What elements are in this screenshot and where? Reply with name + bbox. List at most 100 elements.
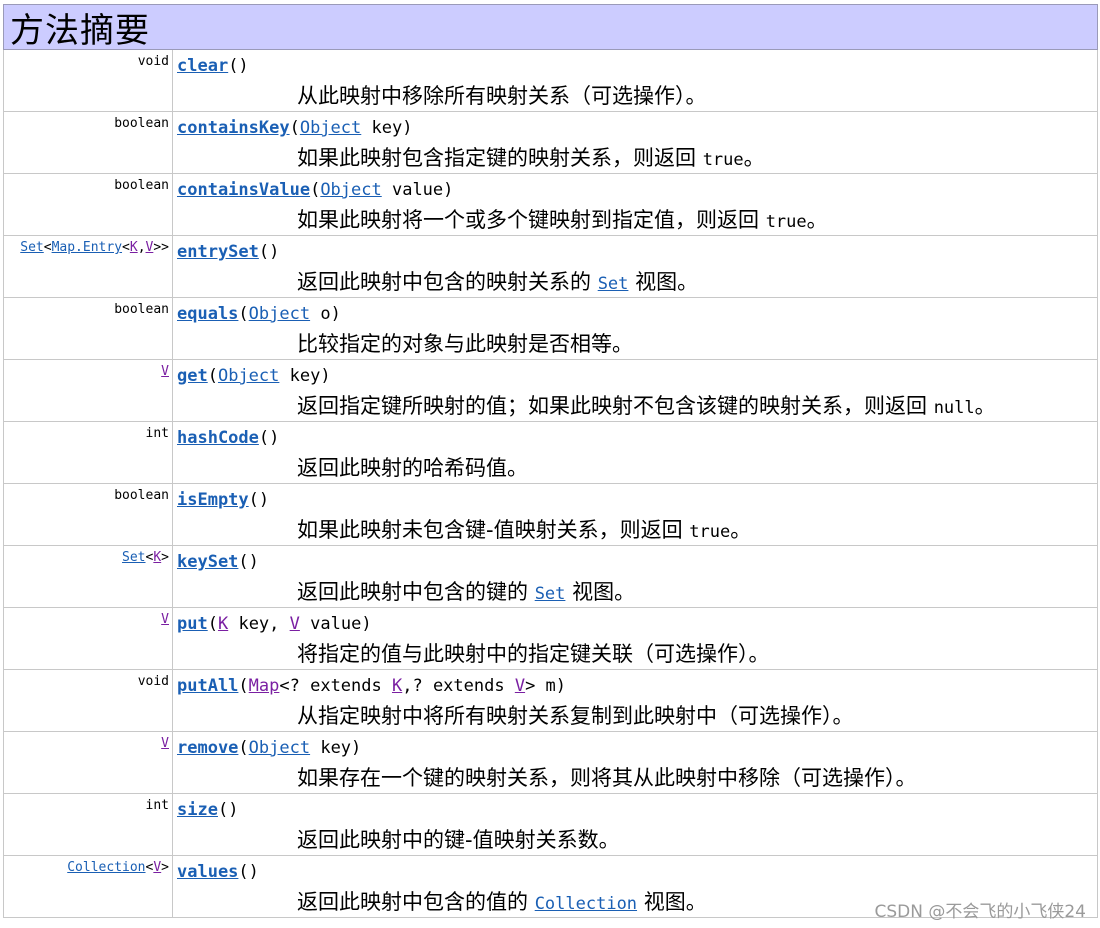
method-link-putAll[interactable]: putAll — [177, 676, 238, 696]
desc-text: 比较指定的对象与此映射是否相等。 — [297, 332, 633, 356]
return-type-text: boolean — [114, 488, 169, 503]
desc-code: true — [765, 212, 807, 232]
sig-paren: ) — [330, 304, 341, 324]
method-link-containsKey[interactable]: containsKey — [177, 118, 290, 138]
return-type: int — [4, 422, 173, 483]
param-name: key — [361, 118, 403, 138]
method-signature: keySet() — [177, 552, 259, 572]
param-name: value — [381, 180, 444, 200]
desc-text: 如果存在一个键的映射关系，则将其从此映射中移除（可选操作）。 — [297, 766, 917, 790]
method-link-get[interactable]: get — [177, 366, 208, 386]
type-link-set[interactable]: Set — [20, 240, 43, 255]
method-description: 返回此映射中包含的键的 Set 视图。 — [297, 576, 635, 606]
type-param-k[interactable]: K — [153, 550, 161, 565]
param-type-k[interactable]: K — [392, 676, 402, 696]
desc-text: 将指定的值与此映射中的指定键关联（可选操作）。 — [297, 642, 770, 666]
sig-paren: () — [258, 242, 280, 262]
desc-code: true — [689, 522, 731, 542]
method-row-hashCode: int hashCode() 返回此映射的哈希码值。 — [3, 422, 1098, 484]
desc-text: 返回此映射中包含的键的 — [297, 580, 535, 604]
desc-tail: 。 — [743, 146, 765, 170]
method-signature: remove(Object key) — [177, 738, 361, 758]
desc-text: 如果此映射未包含键-值映射关系，则返回 — [297, 518, 690, 542]
sig-paren: ) — [555, 676, 567, 696]
desc-text: 返回此映射的哈希码值。 — [297, 456, 528, 480]
method-cell: get(Object key) 返回指定键所映射的值；如果此映射不包含该键的映射… — [173, 360, 1097, 421]
param-type-v[interactable]: V — [290, 614, 300, 634]
method-signature: get(Object key) — [177, 366, 331, 386]
desc-code-link[interactable]: Set — [598, 274, 629, 294]
type-param-v[interactable]: V — [161, 612, 169, 627]
method-cell: hashCode() 返回此映射的哈希码值。 — [173, 422, 1097, 483]
type-link-set[interactable]: Set — [122, 550, 145, 565]
param-type-link[interactable]: Object — [320, 180, 381, 200]
method-link-containsValue[interactable]: containsValue — [177, 180, 310, 200]
method-row-containsKey: boolean containsKey(Object key) 如果此映射包含指… — [3, 112, 1098, 174]
method-signature: isEmpty() — [177, 490, 269, 510]
method-link-equals[interactable]: equals — [177, 304, 238, 324]
sig-paren: ( — [238, 676, 249, 696]
type-param-v[interactable]: V — [153, 860, 161, 875]
type-param-v[interactable]: V — [161, 736, 169, 751]
return-type: boolean — [4, 484, 173, 545]
desc-code-link[interactable]: Collection — [535, 894, 637, 914]
method-link-remove[interactable]: remove — [177, 738, 238, 758]
return-type: Set<Map.Entry<K,V>> — [4, 236, 173, 297]
sig-paren: ( — [310, 180, 321, 200]
method-link-keySet[interactable]: keySet — [177, 552, 238, 572]
sig-paren: () — [228, 56, 249, 76]
method-row-clear: void clear() 从此映射中移除所有映射关系（可选操作）。 — [3, 50, 1098, 112]
type-link-map-entry[interactable]: Map.Entry — [52, 240, 122, 255]
param-name: > m — [525, 676, 556, 696]
method-description: 返回指定键所映射的值；如果此映射不包含该键的映射关系，则返回 null。 — [297, 390, 996, 420]
sig-paren: () — [238, 862, 259, 882]
method-link-entrySet[interactable]: entrySet — [177, 242, 259, 262]
param-type-map[interactable]: Map — [249, 676, 280, 696]
param-type-link[interactable]: Object — [249, 738, 310, 758]
method-link-clear[interactable]: clear — [177, 56, 228, 76]
method-link-isEmpty[interactable]: isEmpty — [177, 490, 249, 510]
method-description: 将指定的值与此映射中的指定键关联（可选操作）。 — [297, 638, 770, 668]
method-cell: putAll(Map<? extends K,? extends V> m) 从… — [173, 670, 1097, 731]
sig-paren: () — [238, 552, 259, 572]
desc-code-link[interactable]: Set — [535, 584, 566, 604]
method-link-size[interactable]: size — [177, 800, 218, 820]
type-param-k[interactable]: K — [130, 240, 138, 255]
param-type-link[interactable]: Object — [218, 366, 279, 386]
param-name: o — [310, 304, 331, 324]
param-type-k[interactable]: K — [218, 614, 228, 634]
type-param-v[interactable]: V — [161, 364, 169, 379]
return-type-text: int — [145, 798, 169, 813]
type-bracket: > — [161, 860, 169, 875]
method-description: 如果存在一个键的映射关系，则将其从此映射中移除（可选操作）。 — [297, 762, 917, 792]
method-link-put[interactable]: put — [177, 614, 208, 634]
return-type: void — [4, 50, 173, 111]
summary-header: 方法摘要 — [3, 4, 1098, 51]
sig-paren: ) — [443, 180, 454, 200]
desc-text: 返回指定键所映射的值；如果此映射不包含该键的映射关系，则返回 — [297, 394, 934, 418]
method-signature: containsValue(Object value) — [177, 180, 453, 200]
desc-tail: 。 — [806, 208, 828, 232]
desc-text: 如果此映射将一个或多个键映射到指定值，则返回 — [297, 208, 766, 232]
return-type-text: boolean — [114, 116, 169, 131]
desc-text: 从指定映射中将所有映射关系复制到此映射中（可选操作）。 — [297, 704, 854, 728]
sig-paren: ) — [320, 366, 331, 386]
return-type: V — [4, 360, 173, 421]
return-type: boolean — [4, 112, 173, 173]
desc-tail: 视图。 — [637, 890, 707, 914]
return-type: void — [4, 670, 173, 731]
method-link-hashCode[interactable]: hashCode — [177, 428, 259, 448]
method-signature: hashCode() — [177, 428, 279, 448]
type-link-collection[interactable]: Collection — [67, 860, 145, 875]
method-cell: containsValue(Object value) 如果此映射将一个或多个键… — [173, 174, 1097, 235]
param-type-link[interactable]: Object — [300, 118, 361, 138]
return-type-text: boolean — [114, 178, 169, 193]
method-link-values[interactable]: values — [177, 862, 238, 882]
desc-tail: 。 — [730, 518, 752, 542]
param-type-link[interactable]: Object — [249, 304, 310, 324]
param-name: key — [279, 366, 321, 386]
param-type-v[interactable]: V — [515, 676, 525, 696]
method-description: 返回此映射的哈希码值。 — [297, 452, 528, 482]
method-description: 返回此映射中的键-值映射关系数。 — [297, 824, 620, 854]
param-name: key — [310, 738, 352, 758]
